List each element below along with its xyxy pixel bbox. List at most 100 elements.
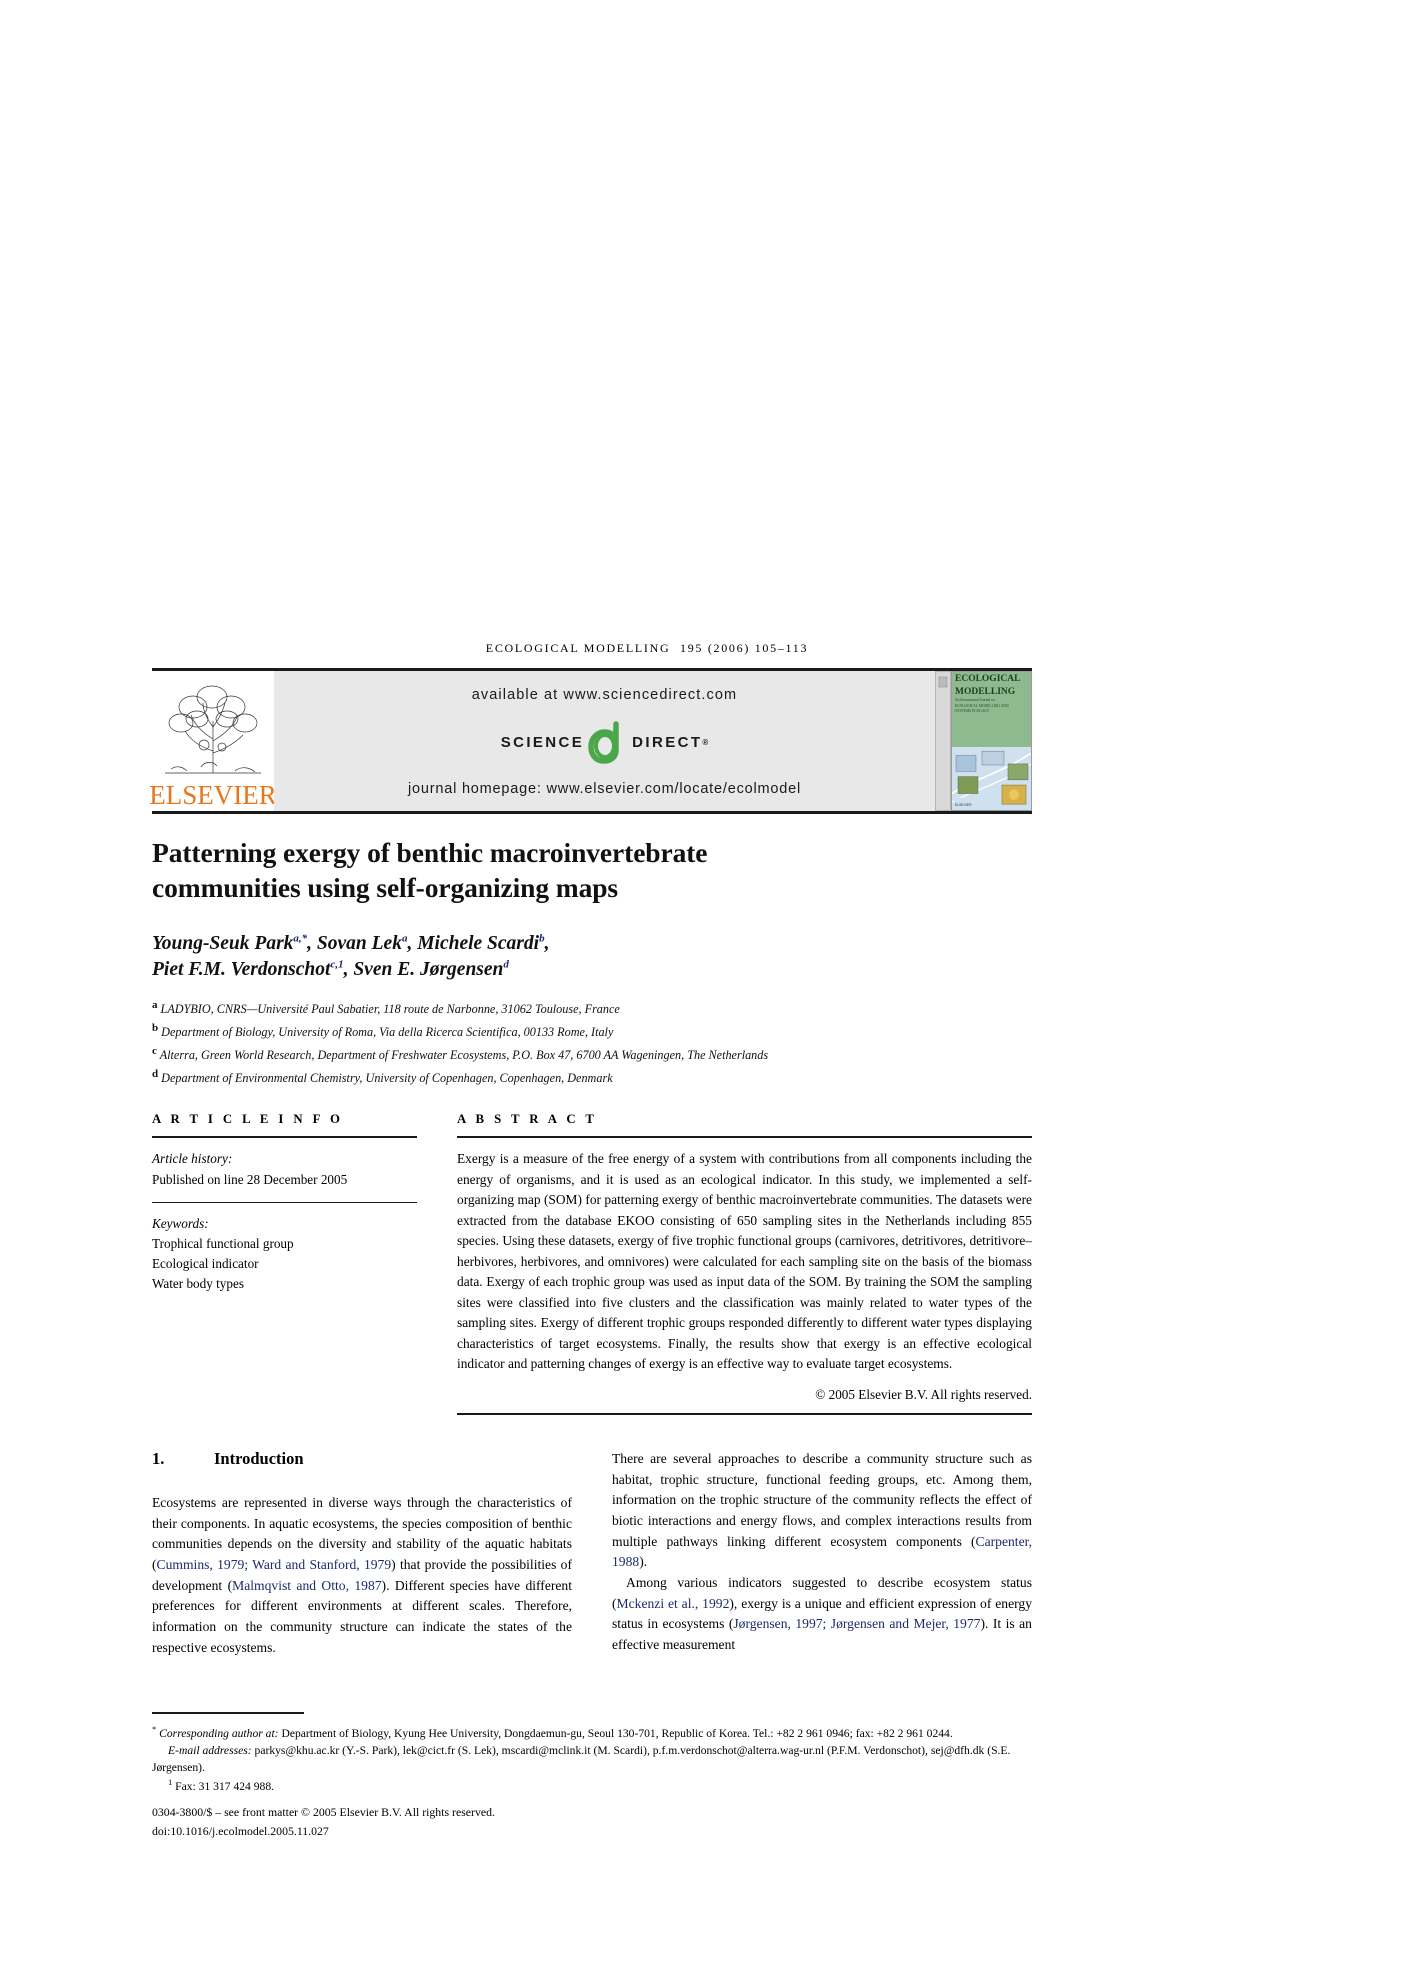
affiliation-item: b Department of Biology, University of R… <box>152 1020 1032 1043</box>
footnote-separator-rule <box>152 1712 304 1714</box>
elsevier-logo: ELSEVIER <box>149 671 277 811</box>
body-text: ). <box>639 1554 648 1570</box>
sciencedirect-d-icon <box>586 720 630 764</box>
cover-bottom-band: ELSEVIER <box>952 746 1031 810</box>
sciencedirect-logo: SCIENCE DIRECT ® <box>500 720 709 764</box>
intro-paragraph-right-2: Among various indicators suggested to de… <box>612 1573 1032 1656</box>
front-matter-block: 0304-3800/$ – see front matter © 2005 El… <box>152 1803 1032 1841</box>
svg-text:ELSEVIER: ELSEVIER <box>955 803 972 807</box>
spine-mark-icon <box>938 676 948 688</box>
article-info-column: A R T I C L E I N F O Article history: P… <box>152 1112 417 1415</box>
cover-photo-collage-icon: ELSEVIER <box>952 746 1031 810</box>
affiliation-list: a LADYBIO, CNRS—Université Paul Sabatier… <box>152 997 1032 1088</box>
abstract-column: A B S T R A C T Exergy is a measure of t… <box>457 1112 1032 1415</box>
fax-text: Fax: 31 317 424 988. <box>175 1780 275 1794</box>
section-number: 1. <box>152 1448 165 1468</box>
corresponding-text: Department of Biology, Kyung Hee Univers… <box>281 1726 953 1740</box>
affiliation-item: a LADYBIO, CNRS—Université Paul Sabatier… <box>152 997 1032 1020</box>
cover-title-line2: MODELLING <box>955 686 1016 697</box>
article-info-heading: A R T I C L E I N F O <box>152 1112 344 1127</box>
body-columns: 1. Introduction Ecosystems are represente… <box>152 1449 1032 1658</box>
citation-link[interactable]: Cummins, 1979; Ward and Stanford, 1979 <box>157 1557 392 1572</box>
intro-paragraph-right-1: There are several approaches to describe… <box>612 1449 1032 1573</box>
cover-title-line1: ECOLOGICAL <box>955 674 1021 684</box>
intro-paragraph-left: Ecosystems are represented in diverse wa… <box>152 1493 572 1658</box>
cover-spine <box>935 671 951 811</box>
affiliation-text: Alterra, Green World Research, Departmen… <box>156 1047 769 1062</box>
author-affiliation-marker: b <box>539 932 545 945</box>
journal-cover-thumbnail: ECOLOGICAL MODELLING An International Jo… <box>935 671 1032 811</box>
affiliation-item: c Alterra, Green World Research, Departm… <box>152 1043 1032 1066</box>
available-at-text: available at www.sciencedirect.com <box>471 687 738 703</box>
affiliation-text: Department of Environmental Chemistry, U… <box>158 1070 613 1085</box>
science-word: SCIENCE <box>500 733 585 751</box>
doi-line: doi:10.1016/j.ecolmodel.2005.11.027 <box>152 1824 329 1839</box>
author-name: Sven E. Jørgensen <box>353 959 504 981</box>
citation-link[interactable]: Malmqvist and Otto, 1987 <box>232 1578 381 1593</box>
journal-homepage-text: journal homepage: www.elsevier.com/locat… <box>407 781 801 797</box>
author-name: Michele Scardi <box>417 933 540 955</box>
corresponding-label: Corresponding author at: <box>159 1726 279 1740</box>
keyword-item: Water body types <box>152 1275 244 1291</box>
elsevier-tree-icon <box>165 685 261 774</box>
citation-link[interactable]: Mckenzi et al., 1992 <box>617 1596 730 1611</box>
author-line-2: Piet F.M. Verdonschotc,1, Sven E. Jørgen… <box>152 958 509 981</box>
affiliation-text: LADYBIO, CNRS—Université Paul Sabatier, … <box>157 1002 620 1017</box>
running-head-journal: ECOLOGICAL MODELLING <box>485 641 671 655</box>
cover-top-band: ECOLOGICAL MODELLING An International Jo… <box>952 672 1031 747</box>
email-label: E-mail addresses: <box>168 1744 252 1758</box>
abstract-copyright: © 2005 Elsevier B.V. All rights reserved… <box>815 1386 1032 1402</box>
running-head: ECOLOGICAL MODELLING 195 (2006) 105–113 <box>152 640 1032 656</box>
article-history-block: Article history: Published on line 28 De… <box>152 1138 417 1201</box>
abstract-text: Exergy is a measure of the free energy o… <box>457 1151 1032 1372</box>
affiliation-text: Department of Biology, University of Rom… <box>158 1025 614 1040</box>
body-right-column: There are several approaches to describe… <box>612 1449 1032 1658</box>
title-line-2: communities using self-organizing maps <box>152 871 619 903</box>
front-matter-line: 0304-3800/$ – see front matter © 2005 El… <box>152 1805 495 1820</box>
abstract-heading: A B S T R A C T <box>457 1112 598 1127</box>
page-title: Patterning exergy of benthic macroinvert… <box>152 836 1032 905</box>
corresponding-author-note: * Corresponding author at: Department of… <box>152 1723 1032 1742</box>
paper-page: ECOLOGICAL MODELLING 195 (2006) 105–113 <box>0 0 1403 1985</box>
keyword-item: Trophical functional group <box>152 1235 294 1251</box>
article-history-label: Article history: <box>152 1151 233 1167</box>
author-affiliation-marker: a,* <box>293 932 308 945</box>
fax-note: 1 Fax: 31 317 424 988. <box>152 1776 1032 1795</box>
fax-marker: 1 <box>168 1777 173 1788</box>
elsevier-wordmark: ELSEVIER <box>149 780 277 810</box>
citation-link[interactable]: Jørgensen, 1997; Jørgensen and Mejer, 19… <box>733 1616 980 1631</box>
masthead-bottom-rule <box>152 811 1032 814</box>
author-affiliation-marker: c,1 <box>330 958 344 971</box>
author-name: Young-Seuk Park <box>152 933 294 955</box>
direct-word: DIRECT <box>632 733 703 751</box>
keywords-block: Keywords: Trophical functional group Eco… <box>152 1203 417 1306</box>
running-head-citation: 195 (2006) 105–113 <box>680 641 809 655</box>
affiliation-item: d Department of Environmental Chemistry,… <box>152 1066 1032 1089</box>
paper-content: ECOLOGICAL MODELLING 195 (2006) 105–113 <box>149 640 1032 1658</box>
author-name: Sovan Lek <box>316 933 402 955</box>
email-text: parkys@khu.ac.kr (Y.-S. Park), lek@cict.… <box>152 1744 1011 1775</box>
corresponding-marker: * <box>152 1724 157 1734</box>
email-addresses-note: E-mail addresses: parkys@khu.ac.kr (Y.-S… <box>152 1742 1032 1776</box>
author-list: Young-Seuk Parka,*, Sovan Leka, Michele … <box>152 931 1032 983</box>
body-column-gutter <box>572 1449 612 1658</box>
registered-mark-icon: ® <box>702 737 709 747</box>
author-name: Piet F.M. Verdonschot <box>152 959 331 981</box>
author-line-1: Young-Seuk Parka,*, Sovan Leka, Michele … <box>152 932 550 955</box>
column-gutter <box>417 1112 457 1415</box>
cover-subtitle-3: SYSTEMS ECOLOGY <box>955 709 990 714</box>
info-abstract-region: A R T I C L E I N F O Article history: P… <box>152 1112 1032 1415</box>
body-left-column: 1. Introduction Ecosystems are represente… <box>152 1449 572 1658</box>
cover-artwork: ECOLOGICAL MODELLING An International Jo… <box>951 671 1032 811</box>
keywords-label: Keywords: <box>152 1215 209 1231</box>
keyword-item: Ecological indicator <box>152 1255 259 1271</box>
section-heading-introduction: 1. Introduction <box>152 1449 572 1469</box>
abstract-rule-bottom <box>457 1412 1032 1415</box>
section-title: Introduction <box>214 1448 304 1468</box>
author-affiliation-marker: d <box>503 958 509 971</box>
journal-masthead: ELSEVIER available at www.sciencedirect.… <box>149 671 1032 811</box>
sciencedirect-banner: available at www.sciencedirect.com SCIEN… <box>274 671 935 811</box>
title-line-1: Patterning exergy of benthic macroinvert… <box>152 837 708 868</box>
footnote-region: * Corresponding author at: Department of… <box>152 1712 1032 1841</box>
body-text: There are several approaches to describe… <box>612 1450 1032 1549</box>
